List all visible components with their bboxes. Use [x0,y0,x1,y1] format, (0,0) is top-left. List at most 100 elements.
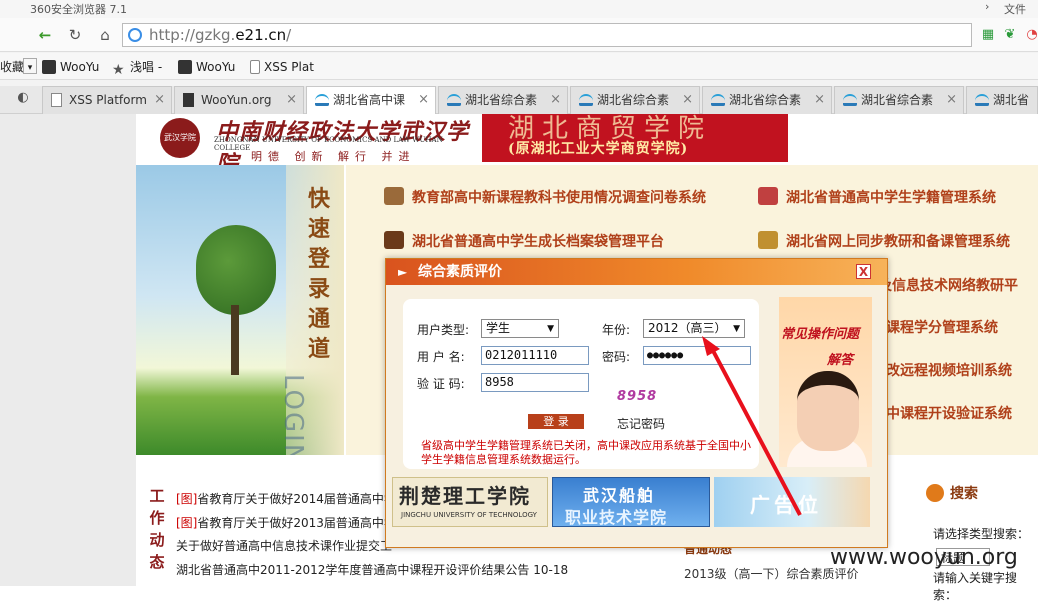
bookmark-wooyu-2[interactable]: WooYu [178,58,235,76]
wuhan-shipbuilding-banner[interactable]: 武汉船舶 职业技术学院 [552,477,710,527]
news-heading: 工作动态 [149,487,165,571]
system-notice: 省级高中学生学籍管理系统已关闭，高中课改应用系统基于全国中小学生学籍信息管理系统… [421,439,751,466]
year-select[interactable]: 2012（高三） ▼ [643,319,745,338]
bookmark-favorites[interactable]: 收藏 [0,58,24,76]
site-icon [711,94,725,106]
chevron-down-icon[interactable]: ▾ [23,58,37,74]
site-icon [975,94,989,106]
faq-banner[interactable]: 常见操作问题 解答 [779,297,872,467]
dialog-body: 用户类型: 学生 ▼ 年份: 2012（高三） ▼ 用 户 名: 021201111… [386,285,887,547]
url-domain: e21.cn [235,26,287,44]
forgot-password-link[interactable]: 忘记密码 [617,415,665,432]
college-seal: 武汉学院 [160,118,200,158]
username-input[interactable]: 0212011110 [481,346,589,365]
logo1-motto: 明德 创新 解行 并进 [251,150,416,163]
news-item[interactable]: [图]省教育厅关于做好2014届普通高中学 [176,490,396,507]
operator-avatar [797,371,859,451]
user-type-select[interactable]: 学生 ▼ [481,319,559,338]
site-icon [447,94,461,106]
tab-zonghe-3[interactable]: 湖北省综合素 × [702,86,832,114]
close-icon[interactable]: X [856,264,871,279]
tree-illustration [196,225,276,315]
play-icon: ► [398,265,408,279]
login-button[interactable]: 登 录 [528,414,584,429]
captcha-input[interactable]: 8958 [481,373,589,392]
tab-xss-platform[interactable]: XSS Platform × [42,86,172,114]
jingchu-banner[interactable]: 荆楚理工学院 JINGCHU UNIVERSITY OF TECHNOLOGY [392,477,548,527]
reload-icon[interactable]: ↻ [64,25,86,45]
user-type-label: 用户类型: [417,323,470,337]
close-icon[interactable]: × [814,87,825,113]
gift-icon [758,187,778,205]
system-link-it-network[interactable]: 及信息技术网络教研平 [878,275,1018,295]
url-path: / [286,26,292,44]
system-link-survey[interactable]: 教育部高中新课程教科书使用情况调查问卷系统 [384,187,706,207]
globe-icon [128,28,142,42]
wooyun-icon [42,60,56,74]
jingchu-subtitle: JINGCHU UNIVERSITY OF TECHNOLOGY [401,511,537,519]
jingchu-title: 荆楚理工学院 [399,484,531,508]
ad-slot-title: 广告位 [750,493,822,517]
bookmark-wooyu-1[interactable]: WooYu [42,58,99,76]
system-link-credits[interactable]: 课程学分管理系统 [886,317,998,337]
address-row: ← ↻ ⌂ http://gzkg.e21.cn/ ▦ ❦ ◔ [0,18,1038,52]
news-item[interactable]: 湖北省普通高中2011-2012学年度普通高中课程开设评价结果公告 10-18 [176,561,568,578]
leaf-icon[interactable]: ❦ [1002,27,1018,43]
hubei-business-college-logo[interactable]: 湖北商贸学院 (原湖北工业大学商贸学院) [482,114,788,162]
news-item[interactable]: [图]省教育厅关于做好2013届普通高中学 [176,514,396,531]
close-icon[interactable]: × [286,87,297,113]
page-icon [250,60,260,74]
search-keyword-label: 请输入关键字搜索： [933,571,1018,602]
tab-zonghe-5[interactable]: 湖北省 [966,86,1038,114]
tab-gzkg-active[interactable]: 湖北省高中课 × [306,86,436,115]
system-link-teaching-research[interactable]: 湖北省网上同步教研和备课管理系统 [758,231,1010,251]
system-link-video-training[interactable]: 改远程视频培训系统 [886,360,1012,380]
search-engine-icon[interactable]: ◔ [1024,27,1038,43]
password-input[interactable]: ●●●●●● [643,346,751,365]
home-icon[interactable]: ⌂ [94,25,116,45]
tab-zonghe-4[interactable]: 湖北省综合素 × [834,86,964,114]
restore-tab-icon[interactable]: ◐ [12,88,34,108]
close-icon[interactable]: × [418,87,429,113]
url-prefix: http://gzkg. [149,26,236,44]
tab-wooyun[interactable]: WooYun.org × [174,86,304,114]
chevron-down-icon: ▼ [547,324,554,334]
window-title: 360安全浏览器 7.1 [30,3,127,16]
browser-chrome: 360安全浏览器 7.1 › 文件 ← ↻ ⌂ http://gzkg.e21.… [0,0,1038,115]
login-watermark: LOGIN [278,374,308,466]
chevron-down-icon: ▼ [733,324,740,334]
bookmark-qianchang[interactable]: ★ 浅唱 - [112,58,162,77]
close-icon[interactable]: × [154,87,165,113]
back-arrow-icon[interactable]: ← [34,25,56,45]
system-link-growth-archive[interactable]: 湖北省普通高中学生成长档案袋管理平台 [384,231,664,251]
title-bar: 360安全浏览器 7.1 › 文件 [0,0,1038,18]
quick-login-label[interactable]: 快速登录通道 [304,184,334,364]
shipbuilding-title: 武汉船舶 [583,486,656,505]
shipbuilding-subtitle: 职业技术学院 [565,508,668,527]
zuel-wuhan-logo[interactable]: 武汉学院 中南财经政法大学武汉学院 ZHONGNAN UNIVERSITY OF… [156,116,481,177]
year-label: 年份: [602,323,631,337]
faq-title: 常见操作问题 [781,327,860,342]
news-item[interactable]: 关于做好普通高中信息技术课作业提交工 [176,537,392,554]
system-link-student-registry[interactable]: 湖北省普通高中学生学籍管理系统 [758,187,996,207]
login-dialog: ► 综合素质评价 X 用户类型: 学生 ▼ 年份: 2012（高三） ▼ 用 户 名… [385,258,888,548]
faq-subtitle: 解答 [827,353,854,368]
search-heading: 搜索 [926,483,978,503]
site-icon [843,94,857,106]
password-label: 密码: [602,350,631,364]
address-bar[interactable]: http://gzkg.e21.cn/ [122,23,972,47]
wooyun-watermark: www.wooyun.org [830,545,1018,570]
ad-banners: 荆楚理工学院 JINGCHU UNIVERSITY OF TECHNOLOGY … [392,477,870,527]
chevron-right-icon[interactable]: › [985,0,989,13]
site-icon [315,94,329,106]
qr-code-icon[interactable]: ▦ [980,27,996,43]
close-icon[interactable]: × [946,87,957,113]
bookmark-xss-plat[interactable]: XSS Plat [250,58,314,76]
ad-slot-banner[interactable]: 广告位 [714,477,870,527]
captcha-image[interactable]: 8958 [617,389,657,404]
search-type-label: 请选择类型搜索： [933,527,1030,541]
tree-trunk [231,305,239,375]
login-form: 用户类型: 学生 ▼ 年份: 2012（高三） ▼ 用 户 名: 021201111… [403,299,759,469]
system-link-course-verify[interactable]: 中课程开设验证系统 [886,403,1012,423]
file-menu[interactable]: 文件 [1004,1,1026,17]
